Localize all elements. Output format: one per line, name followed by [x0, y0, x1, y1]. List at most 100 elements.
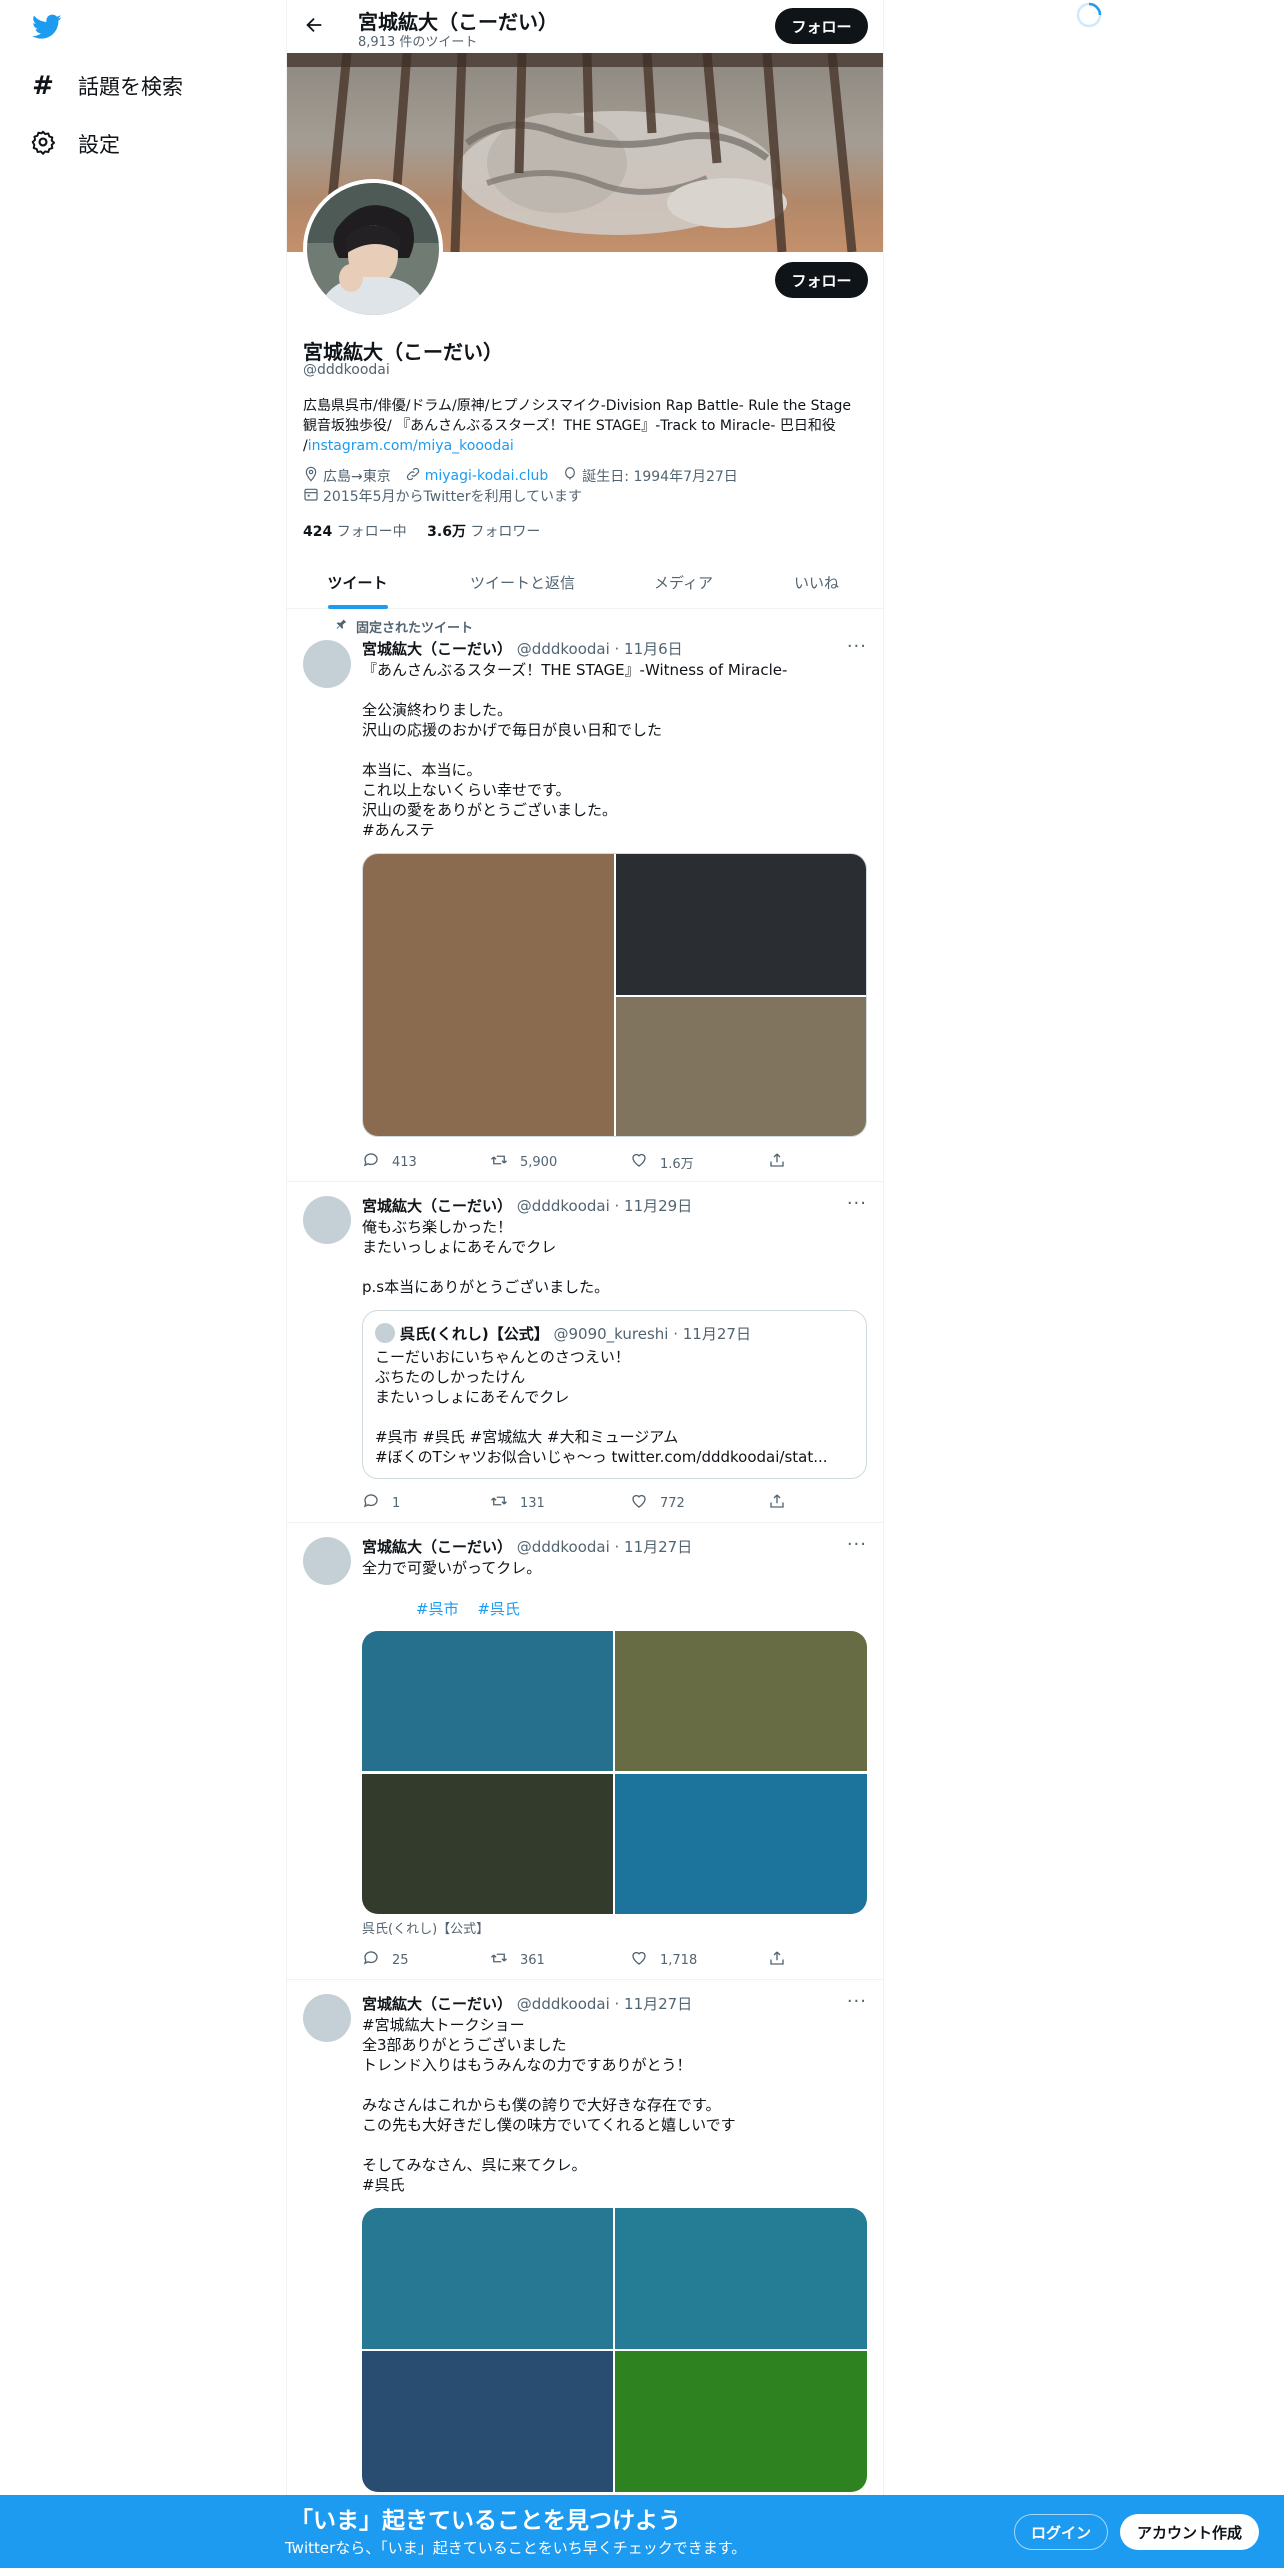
login-button[interactable]: ログイン [1014, 2514, 1108, 2550]
like-count: 1.6万 [660, 1156, 694, 1172]
tweet-media-grid[interactable] [362, 853, 867, 1137]
like-button[interactable]: 1,718 [630, 1949, 697, 1971]
profile-birthday: 誕生日: 1994年7月27日 [582, 469, 738, 485]
like-button[interactable]: 1.6万 [630, 1151, 694, 1173]
tweet-avatar[interactable] [303, 1994, 351, 2042]
tweet-meta[interactable]: @dddkoodai · 11月27日 [517, 1538, 692, 1556]
header-follow-button[interactable]: フォロー [775, 8, 868, 44]
media-image[interactable] [615, 2351, 867, 2492]
more-options-icon[interactable]: ··· [847, 636, 867, 657]
media-image[interactable] [615, 1774, 867, 1914]
tab-likes[interactable]: いいね [750, 556, 883, 609]
location-icon [303, 466, 319, 486]
media-image[interactable] [362, 1631, 613, 1771]
tweet-hashtag[interactable]: #呉氏 [362, 2175, 867, 2195]
tweet-author-name[interactable]: 宮城紘大（こーだい） [362, 1197, 512, 1215]
tweet-author-name[interactable]: 宮城紘大（こーだい） [362, 1995, 512, 2013]
share-button[interactable] [768, 1151, 786, 1173]
tweet-media-grid[interactable] [362, 1631, 867, 1914]
reply-button[interactable]: 413 [362, 1151, 417, 1173]
tweet-hashtag[interactable]: #あんステ [362, 820, 867, 840]
tweet-hashtags: #呉市 #呉氏 [416, 1598, 520, 1619]
media-image[interactable] [362, 2208, 613, 2349]
media-image[interactable] [362, 2351, 613, 2492]
share-button[interactable] [768, 1949, 786, 1971]
tweet-meta[interactable]: @dddkoodai · 11月6日 [517, 640, 683, 658]
more-options-icon[interactable]: ··· [847, 1193, 867, 1214]
tab-tweets-replies[interactable]: ツイートと返信 [428, 556, 617, 609]
tab-tweets-replies-label: ツイートと返信 [469, 574, 575, 592]
quoted-tweet[interactable]: 呉氏(くれし)【公式】 @9090_kureshi · 11月27日 こーだいお… [362, 1310, 867, 1479]
profile-follow-button[interactable]: フォロー [775, 262, 868, 298]
media-image[interactable] [363, 854, 614, 1136]
tweet-avatar[interactable] [303, 1196, 351, 1244]
share-icon [768, 1949, 786, 1971]
tab-tweets[interactable]: ツイート [287, 556, 428, 609]
back-arrow-icon[interactable] [303, 14, 325, 41]
tweet-item[interactable]: 固定されたツイート 宮城紘大（こーだい） @dddkoodai · 11月6日 … [287, 610, 883, 1182]
followers-link[interactable]: 3.6万 フォロワー [427, 524, 540, 540]
tweet-hashtag[interactable]: #呉市 [416, 1600, 459, 1618]
twitter-logo-icon[interactable] [32, 14, 62, 44]
tweet-media-grid[interactable] [362, 2208, 867, 2492]
tweet-hashtag[interactable]: #宮城紘大トークショー [362, 2015, 867, 2035]
tweet-author-name[interactable]: 宮城紘大（こーだい） [362, 1538, 512, 1556]
share-icon [768, 1151, 786, 1173]
link-icon [405, 466, 421, 486]
tweet-avatar[interactable] [303, 640, 351, 688]
retweet-icon [490, 1949, 508, 1971]
media-image[interactable] [615, 2208, 867, 2349]
reply-count: 25 [392, 1952, 409, 1968]
tweet-item[interactable]: 宮城紘大（こーだい） @dddkoodai · 11月27日 ··· 全力で可愛… [287, 1524, 883, 1980]
banner-headline: 「いま」起きていることを見つけよう [290, 2508, 681, 2534]
retweet-button[interactable]: 361 [490, 1949, 545, 1971]
media-image[interactable] [616, 854, 866, 995]
tab-tweets-label: ツイート [327, 574, 388, 592]
media-image[interactable] [616, 997, 866, 1136]
instagram-link[interactable]: instagram.com/miya_kooodai [308, 438, 514, 454]
quoted-header: 呉氏(くれし)【公式】 @9090_kureshi · 11月27日 [400, 1323, 751, 1344]
retweet-button[interactable]: 5,900 [490, 1151, 557, 1173]
more-options-icon[interactable]: ··· [847, 1991, 867, 2012]
website-link[interactable]: miyagi-kodai.club [425, 468, 549, 484]
nav-settings[interactable]: 設定 [30, 118, 120, 170]
like-count: 1,718 [660, 1952, 698, 1968]
retweet-button[interactable]: 131 [490, 1492, 545, 1514]
tab-media[interactable]: メディア [617, 556, 750, 609]
tweet-text: 『あんさんぶるスターズ！THE STAGE』-Witness of Miracl… [362, 661, 788, 819]
reply-button[interactable]: 25 [362, 1949, 409, 1971]
reply-button[interactable]: 1 [362, 1492, 400, 1514]
tweet-hashtag[interactable]: #呉氏 [477, 1600, 520, 1618]
tab-media-label: メディア [654, 574, 713, 592]
tweet-count: 8,913 件のツイート [358, 35, 478, 50]
media-image[interactable] [615, 1631, 867, 1771]
tweet-item[interactable]: 宮城紘大（こーだい） @dddkoodai · 11月29日 ··· 俺もぶち楽… [287, 1183, 883, 1523]
reply-count: 1 [392, 1495, 401, 1511]
profile-bio: 広島県呉市/俳優/ドラム/原神/ヒプノシスマイク-Division Rap Ba… [303, 396, 873, 456]
more-options-icon[interactable]: ··· [847, 1534, 867, 1555]
share-button[interactable] [768, 1492, 786, 1514]
tweet-author-name[interactable]: 宮城紘大（こーだい） [362, 640, 512, 658]
retweet-count: 131 [520, 1495, 545, 1511]
tweet-avatar[interactable] [303, 1537, 351, 1585]
media-image[interactable] [362, 1774, 613, 1914]
gear-icon [30, 129, 56, 160]
tweet-text: 俺もぶち楽しかった！ またいっしょにあそんでクレ p.s本当にありがとうございま… [362, 1218, 610, 1296]
profile-joined-row: 2015年5月からTwitterを利用しています [303, 486, 582, 506]
nav-explore[interactable]: # 話題を検索 [30, 60, 183, 112]
like-button[interactable]: 772 [630, 1492, 685, 1514]
tweet-meta[interactable]: @dddkoodai · 11月27日 [517, 1995, 692, 2013]
quoted-meta: @9090_kureshi · 11月27日 [553, 1325, 751, 1343]
tweet-header: 宮城紘大（こーだい） @dddkoodai · 11月29日 [362, 1195, 692, 1216]
tweet-item[interactable]: 宮城紘大（こーだい） @dddkoodai · 11月27日 ··· #宮城紘大… [287, 1981, 883, 2501]
media-caption[interactable]: 呉氏(くれし)【公式】 [362, 1918, 489, 1937]
tweet-header: 宮城紘大（こーだい） @dddkoodai · 11月27日 [362, 1993, 692, 2014]
profile-avatar[interactable] [303, 179, 443, 319]
reply-icon [362, 1151, 380, 1173]
retweet-icon [490, 1492, 508, 1514]
tweet-meta[interactable]: @dddkoodai · 11月29日 [517, 1197, 692, 1215]
tweet-text: 全3部ありがとうございました トレンド入りはもうみんなの力ですありがとう！ みな… [362, 2036, 736, 2174]
following-link[interactable]: 424 フォロー中 [303, 524, 407, 540]
signup-button[interactable]: アカウント作成 [1120, 2514, 1259, 2550]
profile-name: 宮城紘大（こーだい） [303, 340, 503, 364]
